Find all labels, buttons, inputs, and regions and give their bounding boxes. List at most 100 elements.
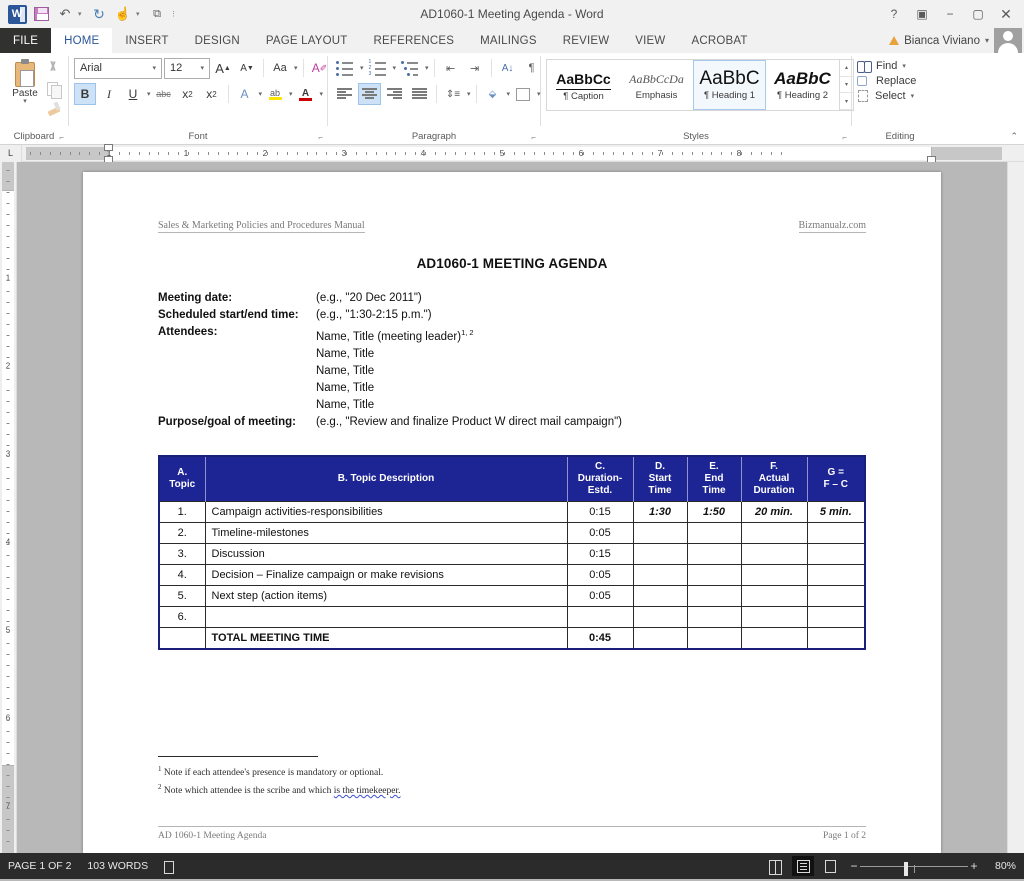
change-case-icon[interactable]: Aa <box>269 57 291 79</box>
avatar[interactable] <box>994 28 1022 53</box>
grow-font-icon[interactable]: A ▲ <box>212 57 234 79</box>
read-mode-button[interactable] <box>764 856 786 876</box>
paste-caret-icon[interactable]: ▾ <box>23 98 27 105</box>
table-total-row[interactable]: TOTAL MEETING TIME 0:45 <box>158 626 866 650</box>
multilevel-list-icon[interactable] <box>398 57 422 79</box>
underline-button[interactable]: U <box>122 83 144 105</box>
save-icon[interactable] <box>30 4 52 24</box>
shading-icon[interactable]: ⬙ <box>482 83 504 105</box>
tab-review[interactable]: REVIEW <box>550 28 623 53</box>
find-caret-icon[interactable]: ▾ <box>902 62 906 70</box>
font-dialog-launcher-icon[interactable]: ⌐ <box>318 133 323 142</box>
font-color-caret-icon[interactable]: ▾ <box>320 90 324 98</box>
style-caption[interactable]: AaBbCc ¶ Caption <box>547 60 620 110</box>
cut-icon[interactable] <box>45 60 62 77</box>
align-left-icon[interactable] <box>333 83 356 105</box>
vertical-ruler[interactable]: 1 2 3 4 5 6 7 <box>0 162 17 853</box>
ruler-track[interactable]: 1 1 2 3 4 5 6 7 8 <box>26 143 1002 163</box>
touch-mode-icon[interactable]: ☝ <box>112 4 134 24</box>
tab-acrobat[interactable]: ACROBAT <box>678 28 760 53</box>
style-heading-2[interactable]: AaBbC ¶ Heading 2 <box>766 60 839 110</box>
page-indicator[interactable]: PAGE 1 OF 2 <box>8 860 71 872</box>
account-area[interactable]: Bianca Viviano ▾ <box>889 28 1024 53</box>
bullets-icon[interactable] <box>333 57 357 79</box>
tab-insert[interactable]: INSERT <box>112 28 181 53</box>
word-count[interactable]: 103 WORDS <box>87 860 148 872</box>
shrink-font-icon[interactable]: A ▼ <box>236 57 258 79</box>
tab-home[interactable]: HOME <box>51 28 113 53</box>
zoom-out-button[interactable]: − <box>848 859 860 873</box>
customize-qat-icon[interactable]: ⋮ <box>170 10 178 18</box>
clipboard-dialog-launcher-icon[interactable]: ⌐ <box>59 133 64 142</box>
web-layout-button[interactable] <box>820 856 842 876</box>
highlight-caret-icon[interactable]: ▾ <box>289 90 293 98</box>
paste-button[interactable]: Paste ▾ <box>5 57 45 105</box>
close-button[interactable]: ✕ <box>992 1 1020 27</box>
italic-button[interactable]: I <box>98 83 120 105</box>
print-preview-icon[interactable]: ⧉ <box>146 4 168 24</box>
find-button[interactable]: Find ▾ <box>857 59 916 73</box>
line-spacing-icon[interactable]: ⇕≡ <box>442 83 464 105</box>
first-line-indent-marker[interactable] <box>104 143 113 151</box>
align-right-icon[interactable] <box>383 83 406 105</box>
strikethrough-button[interactable]: abc <box>153 83 175 105</box>
table-row[interactable]: 2. Timeline-milestones 0:05 <box>158 521 866 544</box>
zoom-slider[interactable]: − + <box>848 859 980 876</box>
style-heading-1[interactable]: AaBbC ¶ Heading 1 <box>693 60 766 110</box>
vertical-scrollbar[interactable] <box>1007 162 1024 853</box>
font-size-combo[interactable]: 12 ▾ <box>164 57 210 79</box>
tab-file[interactable]: FILE <box>0 28 52 53</box>
select-caret-icon[interactable]: ▾ <box>911 92 915 100</box>
font-name-combo[interactable]: Arial ▾ <box>74 57 162 79</box>
highlight-color-icon[interactable]: ab <box>264 83 286 105</box>
bullets-caret-icon[interactable]: ▾ <box>360 64 364 72</box>
format-painter-icon[interactable] <box>45 100 62 117</box>
font-size-caret-icon[interactable]: ▾ <box>197 64 207 72</box>
zoom-in-button[interactable]: + <box>968 859 980 873</box>
horizontal-ruler[interactable]: L 1 1 2 3 4 5 6 7 8 <box>0 143 1024 163</box>
line-spacing-caret-icon[interactable]: ▾ <box>467 90 471 98</box>
change-case-caret-icon[interactable]: ▾ <box>294 64 298 72</box>
zoom-level[interactable]: 80% <box>986 860 1016 872</box>
minimize-button[interactable]: − <box>936 1 964 27</box>
superscript-button[interactable]: x2 <box>201 83 223 105</box>
restore-button[interactable]: ▢ <box>964 1 992 27</box>
styles-gallery-scrollbar[interactable]: ▴ ▾ ▾ <box>839 60 853 111</box>
table-row[interactable]: 6. <box>158 605 866 628</box>
table-row[interactable]: 5. Next step (action items) 0:05 <box>158 584 866 607</box>
copy-icon[interactable] <box>45 80 62 99</box>
tab-design[interactable]: DESIGN <box>182 28 253 53</box>
agenda-table[interactable]: A. Topic B. Topic Description C. Duration-… <box>158 454 866 650</box>
tab-stop-selector[interactable]: L <box>0 144 22 162</box>
paragraph-dialog-launcher-icon[interactable]: ⌐ <box>531 133 536 142</box>
sort-icon[interactable]: A↓ <box>497 57 519 79</box>
redo-icon[interactable]: ↻ <box>88 4 110 24</box>
styles-gallery[interactable]: AaBbCc ¶ Caption AaBbCcDa Emphasis AaBbC… <box>546 59 854 111</box>
decrease-indent-icon[interactable]: ⇤ <box>440 57 462 79</box>
proofing-errors-icon[interactable] <box>164 860 177 874</box>
shading-caret-icon[interactable]: ▾ <box>507 90 511 98</box>
increase-indent-icon[interactable]: ⇥ <box>464 57 486 79</box>
zoom-slider-thumb[interactable] <box>904 862 908 876</box>
tab-view[interactable]: VIEW <box>622 28 678 53</box>
document-page[interactable]: Sales & Marketing Policies and Procedure… <box>83 172 941 853</box>
numbering-caret-icon[interactable]: ▾ <box>393 64 397 72</box>
show-formatting-marks-icon[interactable]: ¶ <box>521 57 543 79</box>
text-effects-icon[interactable]: A <box>234 83 256 105</box>
bold-button[interactable]: B <box>74 83 96 105</box>
tab-references[interactable]: REFERENCES <box>361 28 468 53</box>
styles-dialog-launcher-icon[interactable]: ⌐ <box>842 133 847 142</box>
font-name-caret-icon[interactable]: ▾ <box>149 64 159 72</box>
undo-dropdown-icon[interactable]: ▾ <box>78 10 86 18</box>
tab-page-layout[interactable]: PAGE LAYOUT <box>253 28 361 53</box>
touch-mode-dropdown-icon[interactable]: ▾ <box>136 10 144 18</box>
table-row[interactable]: 4. Decision – Finalize campaign or make … <box>158 563 866 586</box>
print-layout-button[interactable] <box>792 856 814 876</box>
align-center-icon[interactable] <box>358 83 381 105</box>
table-row[interactable]: 1. Campaign activities-responsibilities … <box>158 500 866 523</box>
help-button[interactable]: ? <box>880 1 908 27</box>
select-button[interactable]: Select ▾ <box>857 89 916 102</box>
justify-icon[interactable] <box>408 83 431 105</box>
replace-button[interactable]: Replace <box>857 74 916 87</box>
underline-caret-icon[interactable]: ▾ <box>147 90 151 98</box>
